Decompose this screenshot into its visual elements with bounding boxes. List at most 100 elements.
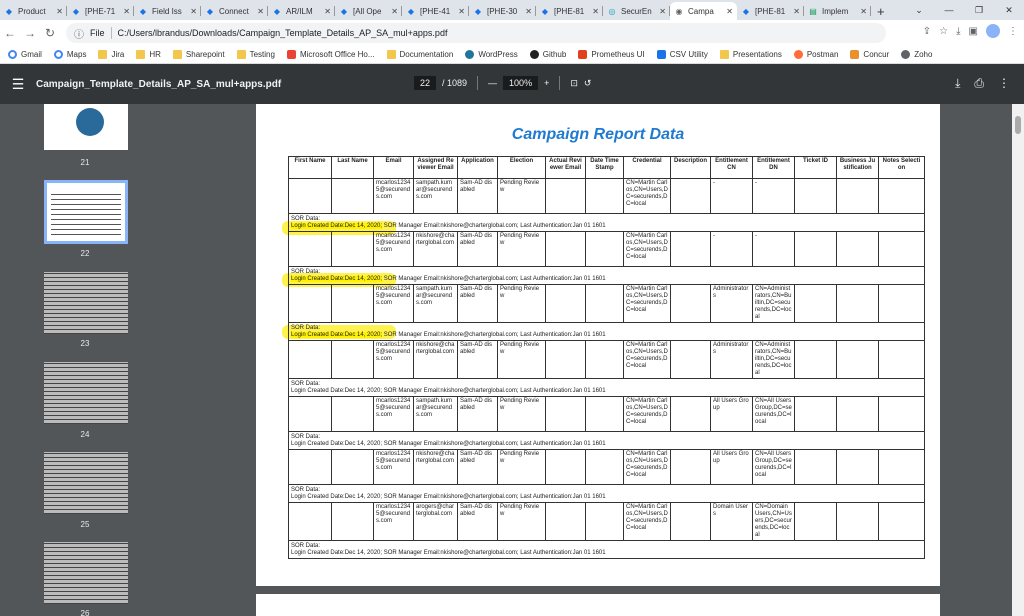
table-cell (794, 284, 837, 323)
bookmark-item[interactable]: CSV Utility (656, 50, 708, 59)
share-icon[interactable]: ⇪ (923, 26, 931, 37)
table-cell (878, 449, 925, 485)
bookmark-item[interactable]: Gmail (8, 50, 42, 59)
avatar[interactable] (986, 24, 1000, 38)
pdf-page: Campaign Report Data First Name Last Name… (256, 104, 940, 586)
sor-cell: SOR Data: Login Created Date:Dec 14, 2020… (288, 484, 925, 503)
close-tab-icon[interactable]: ✕ (257, 7, 264, 16)
close-tab-icon[interactable]: ✕ (458, 7, 465, 16)
more-options-icon[interactable]: ⋮ (998, 76, 1010, 91)
tab[interactable]: ◆ [All Ope ✕ (335, 2, 402, 20)
info-icon[interactable]: ⓘ (74, 26, 84, 41)
bookmark-item[interactable]: Jira (98, 50, 124, 59)
sor-details: Login Created Date:Dec 14, 2020; SOR Man… (291, 441, 922, 448)
tab[interactable]: ◆ [PHE-71 ✕ (67, 2, 134, 20)
tab-search-icon[interactable]: ⌄ (904, 5, 934, 16)
tab[interactable]: ◆ Field Iss ✕ (134, 2, 201, 20)
bookmark-item[interactable]: Prometheus UI (578, 50, 645, 59)
tab[interactable]: ◆ AR/ILM ✕ (268, 2, 335, 20)
close-tab-icon[interactable]: ✕ (391, 7, 398, 16)
forward-icon[interactable]: → (20, 26, 40, 40)
menu-dots-icon[interactable]: ⋮ (1008, 26, 1018, 37)
thumbnail-page[interactable] (44, 362, 128, 424)
tab[interactable]: ◆ [PHE-81 ✕ (737, 2, 804, 20)
close-tab-icon[interactable]: ✕ (190, 7, 197, 16)
thumbnail-page-selected[interactable] (44, 180, 128, 244)
zoom-input[interactable]: 100% (503, 76, 539, 90)
thumbnail-page[interactable] (44, 104, 128, 150)
close-tab-icon[interactable]: ✕ (726, 7, 733, 16)
bookmark-item[interactable]: WordPress (465, 50, 518, 59)
pdf-viewport[interactable]: Campaign Report Data First Name Last Name… (170, 104, 1012, 616)
zoom-out-icon[interactable]: — (488, 78, 497, 88)
back-icon[interactable]: ← (0, 26, 20, 40)
print-icon[interactable]: ⎙ (974, 76, 984, 91)
page-number-input[interactable]: 22 (414, 76, 437, 90)
bookmark-item[interactable]: HR (136, 50, 161, 59)
tab-title: Campa (688, 6, 714, 16)
close-tab-icon[interactable]: ✕ (659, 7, 666, 16)
table-cell (585, 396, 624, 432)
bookmark-item[interactable]: Microsoft Office Ho... (286, 50, 375, 59)
minimize-icon[interactable]: — (934, 5, 964, 15)
tab[interactable]: ◆ Product ✕ (0, 2, 67, 20)
folder-icon (719, 50, 729, 59)
bookmark-item[interactable]: Concur (850, 50, 889, 59)
tab[interactable]: ◆ [PHE-81 ✕ (536, 2, 603, 20)
bookmark-icon (286, 50, 296, 59)
new-tab-icon[interactable]: + (877, 2, 885, 20)
table-cell (331, 340, 374, 379)
side-panel-icon[interactable]: ▣ (969, 26, 978, 37)
close-tab-icon[interactable]: ✕ (324, 7, 331, 16)
bookmark-star-icon[interactable]: ☆ (939, 26, 948, 37)
omnibox[interactable]: ⓘ File C:/Users/lbrandus/Downloads/Campa… (66, 23, 886, 43)
table-cell (288, 340, 332, 379)
close-tab-icon[interactable]: ✕ (56, 7, 63, 16)
scrollbar-thumb[interactable] (1015, 116, 1021, 134)
bookmark-item[interactable]: Zoho (901, 50, 932, 59)
thumbnail-label: 22 (80, 249, 90, 258)
zoom-in-icon[interactable]: + (544, 78, 549, 88)
maximize-icon[interactable]: ❐ (964, 5, 994, 16)
tab[interactable]: ◆ Connect ✕ (201, 2, 268, 20)
close-tab-icon[interactable]: ✕ (860, 7, 867, 16)
thumbnail-page[interactable] (44, 542, 128, 604)
table-cell (288, 502, 332, 541)
tab[interactable]: ◆ [PHE-41 ✕ (402, 2, 469, 20)
divider (110, 27, 112, 39)
close-tab-icon[interactable]: ✕ (525, 7, 532, 16)
sor-label: SOR Data: (291, 487, 321, 493)
bookmark-item[interactable]: Github (529, 50, 566, 59)
bookmark-item[interactable]: Testing (236, 50, 275, 59)
tab[interactable]: ◎ SecurEn ✕ (603, 2, 670, 20)
vertical-scrollbar[interactable] (1012, 104, 1024, 616)
close-tab-icon[interactable]: ✕ (793, 7, 800, 16)
close-window-icon[interactable]: ✕ (994, 5, 1024, 16)
table-cell (331, 449, 374, 485)
tab[interactable]: ◆ [PHE-30 ✕ (469, 2, 536, 20)
rotate-icon[interactable]: ↺ (584, 78, 592, 89)
sor-row: SOR Data: Login Created Date:Dec 14, 2020… (288, 540, 925, 559)
close-tab-icon[interactable]: ✕ (592, 7, 599, 16)
sor-details: Login Created Date:Dec 14, 2020; SOR Man… (291, 276, 922, 283)
download-icon[interactable]: ⤓ (956, 26, 960, 37)
column-header: Entitlement CN (710, 156, 753, 179)
thumbnail-page[interactable] (44, 272, 128, 334)
table-cell: arogers@charterglobal.com (413, 502, 458, 541)
reload-icon[interactable]: ↻ (40, 26, 60, 40)
thumbnail-page[interactable] (44, 452, 128, 514)
tab[interactable]: ▤ Implem ✕ (804, 2, 871, 20)
tab[interactable]: ◉ Campa ✕ (670, 2, 737, 20)
doc-icon: ▤ (809, 6, 817, 16)
bookmark-label: Prometheus UI (591, 50, 645, 59)
pdf-download-icon[interactable]: ⤓ (955, 76, 960, 91)
bookmark-item[interactable]: Documentation (386, 50, 453, 59)
bookmark-item[interactable]: Sharepoint (172, 50, 225, 59)
bookmark-item[interactable]: Maps (53, 50, 86, 59)
url-text[interactable]: C:/Users/lbrandus/Downloads/Campaign_Tem… (118, 28, 448, 38)
close-tab-icon[interactable]: ✕ (123, 7, 130, 16)
hamburger-icon[interactable]: ☰ (0, 76, 36, 93)
fit-page-icon[interactable]: ⊡ (570, 78, 578, 89)
bookmark-item[interactable]: Postman (793, 50, 838, 59)
bookmark-item[interactable]: Presentations (719, 50, 782, 59)
